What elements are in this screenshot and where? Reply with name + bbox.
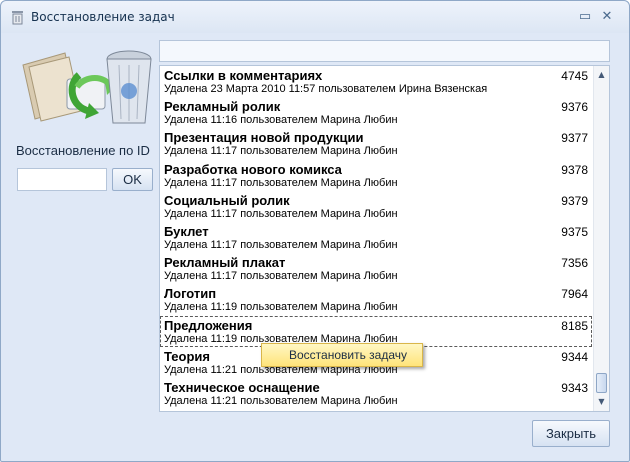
task-row[interactable]: Ссылки в комментариях Удалена 23 Марта 20… [160,66,592,97]
close-icon[interactable]: ✕ [599,9,615,25]
task-id: 4745 [561,69,588,83]
restore-tasks-window: Восстановление задач ▭ ✕ Восстановление … [0,0,630,462]
task-id-input[interactable] [17,168,107,191]
scroll-thumb[interactable] [596,373,607,393]
task-row[interactable]: Буклет Удалена 11:17 пользователем Марина… [160,222,592,253]
title-bar[interactable]: Восстановление задач ▭ ✕ [1,1,629,33]
task-deleted-info: Удалена 23 Марта 2010 11:57 пользователе… [164,83,488,95]
task-title: Ссылки в комментариях [164,68,323,83]
ok-button[interactable]: OK [112,168,153,191]
task-row[interactable]: Техническое оснащение Удалена 11:21 польз… [160,378,592,409]
minimize-icon[interactable]: ▭ [577,9,593,25]
task-id: 9377 [561,131,588,146]
task-id: 9344 [561,349,588,364]
task-title: Теория [164,348,210,364]
vertical-scrollbar[interactable]: ▲ ▼ [593,66,609,411]
search-input[interactable] [159,40,610,62]
task-title: Буклет [164,223,209,239]
task-id: 7964 [561,287,588,302]
task-id: 9375 [561,224,588,239]
trash-icon [12,11,23,25]
task-deleted-info: Удалена 11:21 пользователем Марина Любин [164,394,398,407]
task-id: 9343 [561,380,588,395]
task-deleted-info: Удалена 11:17 пользователем Марина Любин [164,238,398,251]
task-row[interactable]: Рекламный плакат Удалена 11:17 пользовате… [160,253,592,284]
task-deleted-info: Удалена 11:17 пользователем Марина Любин [164,176,398,189]
restore-task-menu-item[interactable]: Восстановить задачу [289,348,407,362]
task-title: Презентация новой продукции [164,130,364,146]
task-title: Техническое оснащение [164,379,320,395]
context-menu: Восстановить задачу [261,343,423,367]
task-id: 9378 [561,162,588,177]
task-deleted-info: Удалена 11:17 пользователем Марина Любин [164,145,398,158]
task-title: Разработка нового комикса [164,161,342,177]
task-row[interactable]: Предложения Удалена 11:19 пользователем М… [160,315,592,347]
task-deleted-info: Удалена 11:19 пользователем Марина Любин [164,301,398,314]
task-row[interactable]: Рекламный ролик Удалена 11:16 пользовател… [160,97,592,128]
scroll-down-icon[interactable]: ▼ [594,395,609,409]
task-title: Социальный ролик [164,192,290,208]
task-id: 7356 [561,256,588,271]
scroll-up-icon[interactable]: ▲ [594,68,609,82]
restore-by-id-label: Восстановление по ID [16,143,150,158]
task-title: Логотип [164,286,217,302]
task-id: 9376 [561,100,588,115]
task-id: 8185 [561,318,588,333]
task-title: Предложения [164,317,253,333]
task-deleted-info: Удалена 11:17 пользователем Марина Любин [164,207,398,220]
window-title: Восстановление задач [31,10,175,24]
task-row[interactable]: Логотип Удалена 11:19 пользователем Марин… [160,284,592,315]
task-id: 9379 [561,193,588,208]
task-row[interactable]: Презентация новой продукции Удалена 11:17… [160,128,592,159]
task-title: Рекламный ролик [164,99,281,115]
task-deleted-info: Удалена 11:16 пользователем Марина Любин [164,114,398,127]
task-deleted-info: Удалена 11:17 пользователем Марина Любин [164,270,398,283]
task-row[interactable]: Социальный ролик Удалена 11:17 пользовате… [160,191,592,222]
task-row[interactable]: Разработка нового комикса Удалена 11:17 п… [160,160,592,191]
recycle-bin-icon [22,50,152,124]
close-button[interactable]: Закрыть [532,420,610,447]
task-title: Рекламный плакат [164,255,286,271]
